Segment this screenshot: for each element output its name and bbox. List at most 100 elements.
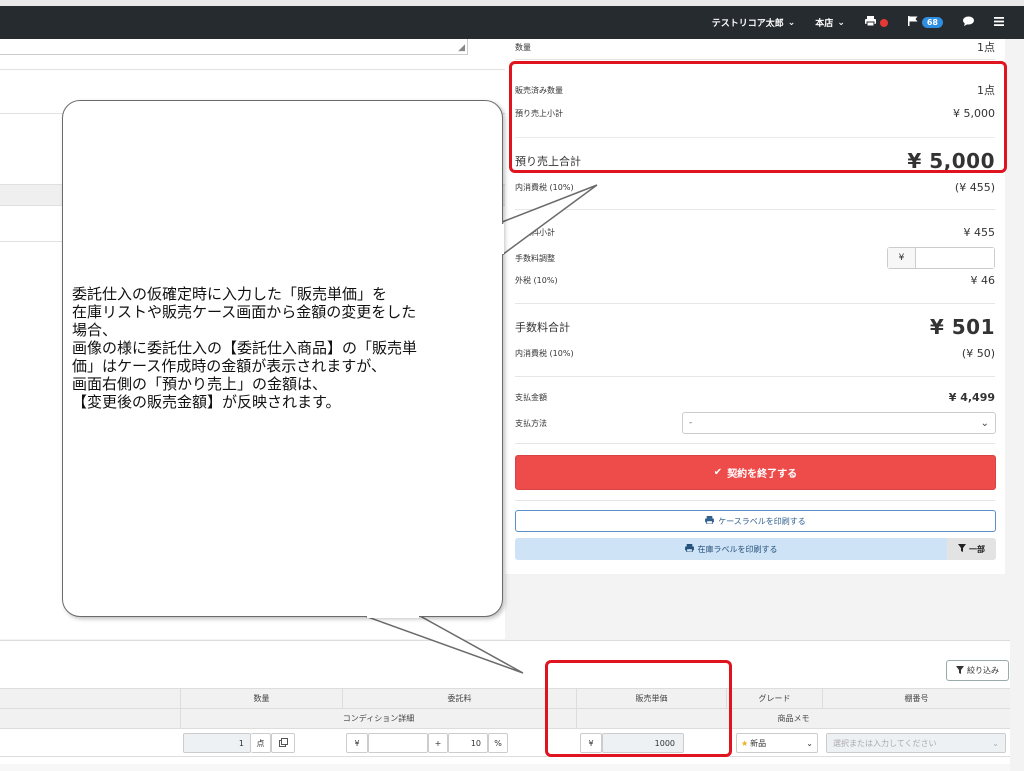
th-grade: グレード xyxy=(726,689,822,708)
payment-amount-row: 支払金額 ¥ 4,499 xyxy=(515,391,995,404)
divider xyxy=(0,69,505,70)
qty-unit: 点 xyxy=(251,733,271,753)
memo-textarea[interactable]: ◢ xyxy=(0,39,468,55)
printer-icon xyxy=(864,16,876,29)
partial-print-label: 一部 xyxy=(969,544,985,554)
tax-incl-value: (¥ 455) xyxy=(954,181,995,194)
fee-adjust-row: 手数料調整 ¥ xyxy=(515,247,995,269)
copy-button[interactable] xyxy=(271,733,295,753)
fee-adjust-label: 手数料調整 xyxy=(515,253,555,263)
filter-icon xyxy=(958,544,966,554)
finish-contract-button[interactable]: ✔ 契約を終了する xyxy=(515,455,996,490)
divider xyxy=(515,500,995,501)
chat-icon xyxy=(963,16,974,29)
price-highlight-frame xyxy=(545,660,732,757)
chevron-down-icon: ⌄ xyxy=(837,17,845,28)
chevron-down-icon: ⌄ xyxy=(806,738,813,748)
th-qty: 数量 xyxy=(180,689,342,708)
fee-yen-addon: ¥ xyxy=(346,733,368,753)
resize-grip-icon[interactable]: ◢ xyxy=(458,43,465,53)
flag-icon xyxy=(907,16,918,29)
grade-value-wrap: ★ 新品 xyxy=(741,738,766,749)
copy-icon xyxy=(278,737,288,749)
print-stock-label-text: 在庫ラベルを印刷する xyxy=(697,544,778,554)
user-name: テストリコア太郎 xyxy=(711,19,784,29)
fee-rate-input[interactable]: 10 xyxy=(448,733,488,753)
payment-amount-label: 支払金額 xyxy=(515,393,547,402)
notifications[interactable]: 68 xyxy=(907,16,943,29)
check-icon: ✔ xyxy=(713,467,723,478)
hamburger-icon xyxy=(994,16,1004,29)
divider xyxy=(515,303,995,304)
store-name: 本店 xyxy=(815,19,834,29)
fee-total-value: ¥ 501 xyxy=(929,315,995,339)
filter-label: 絞り込み xyxy=(967,666,999,675)
shelf-placeholder: 選択または入力してください xyxy=(833,738,937,748)
fee-subtotal-value: ¥ 455 xyxy=(963,226,996,239)
printer-status[interactable] xyxy=(864,16,888,29)
shelf-select[interactable]: 選択または入力してください ⌄ xyxy=(826,733,1006,753)
chevron-down-icon: ⌄ xyxy=(787,17,796,28)
table-subheader-row: コンディション詳細 商品メモ xyxy=(0,709,1010,729)
filter-button[interactable]: 絞り込み xyxy=(946,660,1009,681)
chat-button[interactable] xyxy=(963,16,974,29)
print-stock-label-button[interactable]: 在庫ラベルを印刷する xyxy=(515,538,947,560)
qty-row: 数量 1点 xyxy=(515,39,995,55)
fee-total-row: 手数料合計 ¥ 501 xyxy=(515,315,995,339)
top-navbar: テストリコア太郎 ⌄ 本店 ⌄ 68 xyxy=(0,6,1024,39)
menu-button[interactable] xyxy=(994,16,1004,29)
fee-amount-input[interactable] xyxy=(368,733,428,753)
tax-incl-value: (¥ 50) xyxy=(961,347,995,360)
qty-input[interactable]: 1 xyxy=(183,733,251,753)
tax-incl-label: 内消費税 (10%) xyxy=(515,349,574,358)
fee-adjust-input[interactable] xyxy=(916,248,994,268)
qty-label: 数量 xyxy=(515,42,531,52)
consignment-items-table: 絞り込み 数量 委託料 販売単価 グレード 棚番号 コンディション詳細 商品メモ… xyxy=(0,640,1010,771)
ext-tax-row: 外税 (10%) ¥ 46 xyxy=(515,274,995,287)
chevron-down-icon: ⌄ xyxy=(980,417,989,429)
ext-tax-value: ¥ 46 xyxy=(970,274,996,287)
fee-subtotal-label: 手数料小計 xyxy=(515,228,555,237)
tax-incl-row-1: 内消費税 (10%) (¥ 455) xyxy=(515,181,995,194)
plus-sign: + xyxy=(428,733,448,753)
payment-method-row: 支払方法 xyxy=(515,418,665,429)
tax-incl-row-2: 内消費税 (10%) (¥ 50) xyxy=(515,347,995,360)
grade-select[interactable]: ★ 新品 ⌄ xyxy=(736,733,818,753)
tax-incl-label: 内消費税 (10%) xyxy=(515,183,574,192)
printer-error-dot xyxy=(879,18,888,27)
store-menu[interactable]: 本店 ⌄ xyxy=(815,16,845,30)
star-icon: ★ xyxy=(741,738,749,748)
divider xyxy=(515,209,995,210)
yen-addon: ¥ xyxy=(888,248,916,268)
printer-icon xyxy=(684,544,694,554)
qty-value: 1点 xyxy=(977,41,995,54)
print-case-label-text: ケースラベルを印刷する xyxy=(718,516,806,526)
grade-value: 新品 xyxy=(750,738,767,748)
payment-method-label: 支払方法 xyxy=(515,419,547,428)
chevron-down-icon: ⌄ xyxy=(992,738,999,748)
divider xyxy=(515,59,995,60)
deposit-highlight-frame xyxy=(509,61,1007,173)
user-menu[interactable]: テストリコア太郎 ⌄ xyxy=(711,16,796,30)
filter-icon xyxy=(956,665,964,676)
th-fee: 委託料 xyxy=(342,689,576,708)
finish-contract-label: 契約を終了する xyxy=(727,469,798,480)
th-condition: コンディション詳細 xyxy=(180,709,576,728)
payment-method-value: - xyxy=(689,418,693,428)
printer-icon xyxy=(705,516,715,526)
fee-adjust-input-group: ¥ xyxy=(887,247,995,269)
fee-subtotal-row: 手数料小計 ¥ 455 xyxy=(515,226,995,239)
partial-print-button[interactable]: 一部 xyxy=(947,538,996,560)
table-row: 1 点 ¥ + 10 % ¥ 1000 ★ 新品 ⌄ 選択または入力してください… xyxy=(0,729,1010,757)
print-case-label-button[interactable]: ケースラベルを印刷する xyxy=(515,510,996,532)
table-row xyxy=(0,764,1010,771)
payment-amount-value: ¥ 4,499 xyxy=(948,391,995,404)
fee-total-label: 手数料合計 xyxy=(515,321,570,334)
callout-text: 委託仕入の仮確定時に入力した「販売単価」を 在庫リストや販売ケース画面から金額の… xyxy=(72,285,418,411)
percent-sign: % xyxy=(488,733,508,753)
payment-method-select[interactable]: - ⌄ xyxy=(682,412,996,434)
table-header-row: 数量 委託料 販売単価 グレード 棚番号 xyxy=(0,688,1010,709)
ext-tax-label: 外税 (10%) xyxy=(515,276,558,285)
th-shelf: 棚番号 xyxy=(822,689,1010,708)
divider xyxy=(515,376,995,377)
